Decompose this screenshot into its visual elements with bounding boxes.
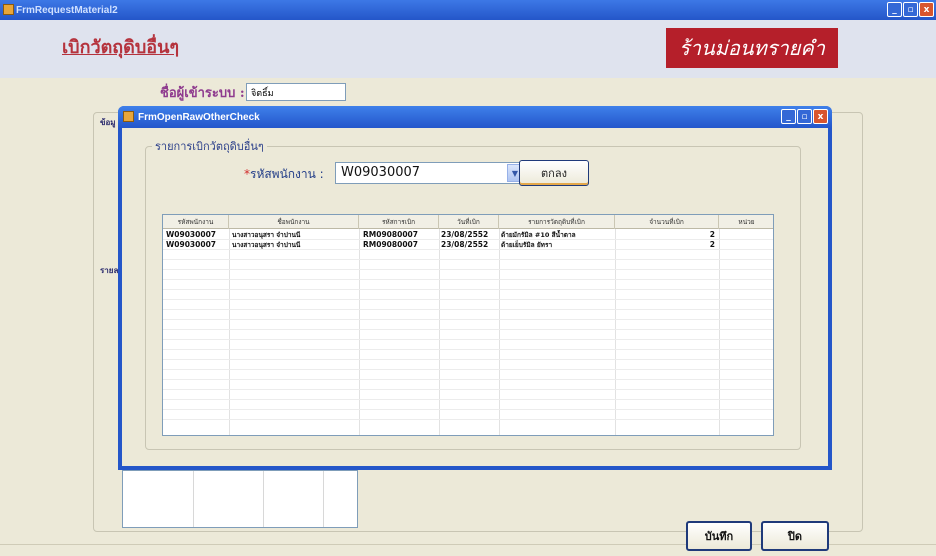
user-label: ชื่อผู้เข้าระบบ :: [160, 86, 245, 101]
cell-quantity: 2: [709, 240, 715, 249]
grid-row-line: [163, 299, 773, 300]
cell-employee-name: นางสาวอนุสรา จ๋าปานนี: [232, 241, 301, 249]
dialog-maximize-button[interactable]: ▫: [797, 109, 812, 124]
grid-column-line: [323, 471, 324, 527]
page-title: เบิกวัตถุดิบอื่นๆ: [62, 37, 180, 58]
outer-close-button[interactable]: x: [919, 2, 934, 17]
cell-employee-id: W09030007: [166, 240, 217, 249]
cell-material: ด้ายมักรัมิล #10 สีน้ำตาล: [501, 231, 576, 239]
request-grid[interactable]: รหัสพนักงาน ชื่อพนักงาน รหัสการเบิก วันท…: [162, 214, 774, 436]
grid-row-line: [163, 259, 773, 260]
outer-title-bar: FrmRequestMaterial2 _ ▫ x: [0, 0, 936, 20]
column-header-employee-name[interactable]: ชื่อพนักงาน: [229, 215, 359, 229]
outer-maximize-button[interactable]: ▫: [903, 2, 918, 17]
grid-row-line: [163, 369, 773, 370]
dialog-minimize-button[interactable]: _: [781, 109, 796, 124]
column-header-request-date[interactable]: วันที่เบิก: [439, 215, 499, 229]
column-header-material[interactable]: รายการวัตถุดิบที่เบิก: [499, 215, 615, 229]
dialog-title: FrmOpenRawOtherCheck: [138, 111, 260, 123]
outer-window-title: FrmRequestMaterial2: [16, 4, 118, 16]
cell-request-date: 23/08/2552: [441, 240, 489, 249]
grid-row-line: [163, 289, 773, 290]
dialog-close-button[interactable]: x: [813, 109, 828, 124]
grid-row-line: [163, 399, 773, 400]
group-title: รายการเบิกวัตถุดิบอื่นๆ: [152, 137, 267, 155]
dialog-client: รายการเบิกวัตถุดิบอื่นๆ *รหัสพนักงาน : W…: [122, 128, 828, 466]
cell-unit: [721, 240, 773, 250]
outer-window-controls: _ ▫ x: [887, 2, 934, 17]
column-header-unit[interactable]: หน่วย: [719, 215, 773, 229]
grid-column-line: [193, 471, 194, 527]
header-band: เบิกวัตถุดิบอื่นๆ ร้านม่อนทรายคำ: [0, 20, 936, 78]
grid-row-line: [163, 379, 773, 380]
grid-row-line: [163, 349, 773, 350]
check-dialog: FrmOpenRawOtherCheck _ ▫ x รายการเบิกวัต…: [118, 106, 832, 470]
grid-row-line: [163, 309, 773, 310]
cell-material: ด้ายเย็บรัมิล ยัทรา: [501, 241, 553, 249]
grid-row-line: [163, 339, 773, 340]
grid-row-line: [163, 389, 773, 390]
cell-quantity: 2: [709, 230, 715, 239]
grid-header: รหัสพนักงาน ชื่อพนักงาน รหัสการเบิก วันท…: [163, 215, 773, 229]
close-button[interactable]: ปิด: [761, 521, 829, 551]
column-header-quantity[interactable]: จำนวนที่เบิก: [615, 215, 719, 229]
grid-row-line: [163, 319, 773, 320]
outer-minimize-button[interactable]: _: [887, 2, 902, 17]
cell-unit: [721, 230, 773, 240]
ok-button[interactable]: ตกลง: [519, 160, 589, 186]
dialog-title-bar: FrmOpenRawOtherCheck _ ▫ x: [118, 106, 832, 128]
grid-row-line: [163, 419, 773, 420]
cell-employee-id: W09030007: [166, 230, 217, 239]
grid-row-line: [163, 359, 773, 360]
column-header-employee-id[interactable]: รหัสพนักงาน: [163, 215, 229, 229]
cell-request-id: RM09080007: [363, 240, 418, 249]
table-row[interactable]: W09030007 นางสาวอนุสรา จ๋าปานนี RM090800…: [163, 230, 773, 240]
column-header-request-id[interactable]: รหัสการเบิก: [359, 215, 439, 229]
background-list-grid[interactable]: [122, 470, 358, 528]
employee-value: W09030007: [341, 165, 421, 180]
table-row[interactable]: W09030007 นางสาวอนุสรา จ๋าปานนี RM090800…: [163, 240, 773, 250]
grid-row-line: [163, 269, 773, 270]
grid-column-line: [263, 471, 264, 527]
grid-row-line: [163, 279, 773, 280]
user-field[interactable]: จิตธิ์ม: [246, 83, 346, 101]
cell-employee-name: นางสาวอนุสรา จ๋าปานนี: [232, 231, 301, 239]
dialog-window-controls: _ ▫ x: [781, 109, 828, 124]
shop-logo: ร้านม่อนทรายคำ: [666, 28, 838, 68]
list-label-partial: รายล: [100, 266, 119, 275]
dialog-app-icon: [123, 111, 134, 122]
cell-request-id: RM09080007: [363, 230, 418, 239]
employee-label: *รหัสพนักงาน :: [244, 165, 324, 184]
employee-label-text: รหัสพนักงาน :: [250, 167, 324, 181]
employee-combobox[interactable]: W09030007 ▼: [335, 162, 525, 184]
info-label-partial: ข้อมู: [100, 118, 116, 127]
cell-request-date: 23/08/2552: [441, 230, 489, 239]
app-icon: [3, 4, 14, 15]
grid-row-line: [163, 409, 773, 410]
save-button[interactable]: บันทึก: [686, 521, 752, 551]
grid-row-line: [163, 329, 773, 330]
